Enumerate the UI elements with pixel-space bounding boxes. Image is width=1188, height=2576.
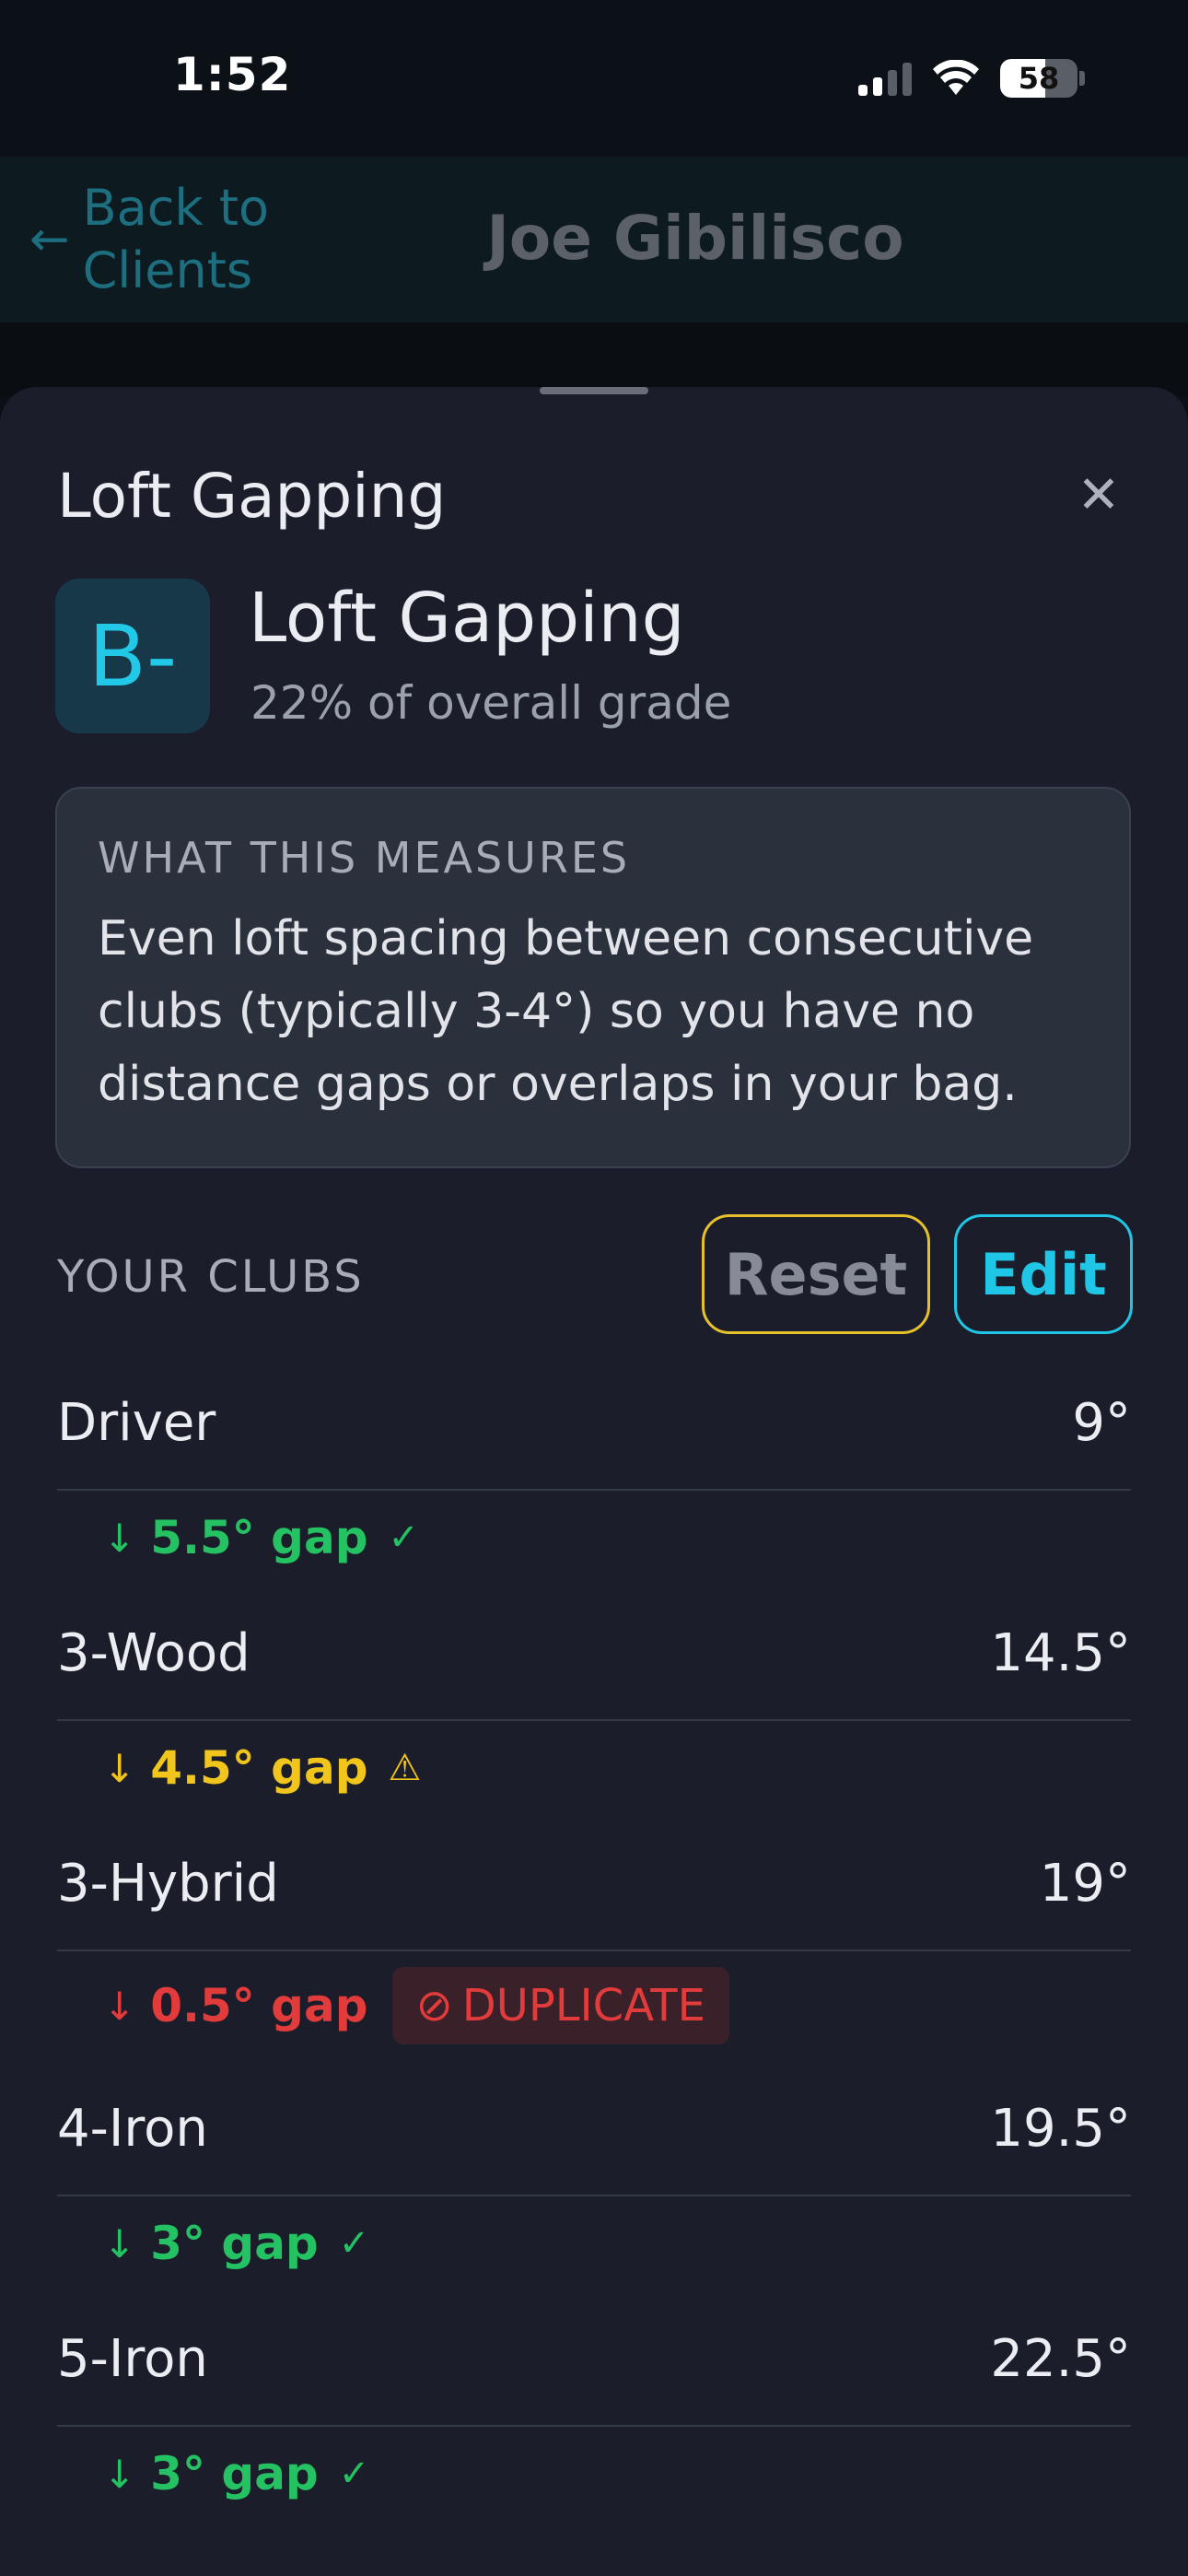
- cellular-signal-icon: [858, 61, 912, 96]
- what-this-measures-card: WHAT THIS MEASURES Even loft spacing bet…: [55, 787, 1131, 1168]
- grade-badge: B-: [55, 579, 210, 733]
- status-time: 1:52: [173, 48, 292, 101]
- gap-indicator: ↓ 4.5° gap ⚠: [103, 1721, 1188, 1815]
- background-content: [0, 322, 1188, 396]
- club-row[interactable]: 5-Iron 22.5°: [57, 2290, 1131, 2427]
- club-row[interactable]: 4-Iron 19.5°: [57, 2060, 1131, 2196]
- arrow-down-icon: ↓: [103, 2220, 136, 2266]
- arrow-down-icon: ↓: [103, 1983, 136, 2029]
- gap-indicator: ↓ 0.5° gap ⊘ DUPLICATE: [103, 1951, 1188, 2060]
- battery-icon: 58: [1000, 59, 1077, 98]
- duplicate-badge: ⊘ DUPLICATE: [391, 1967, 729, 2044]
- duplicate-label: DUPLICATE: [461, 1980, 705, 2032]
- reset-button[interactable]: Reset: [702, 1214, 930, 1334]
- club-name: 5-Iron: [57, 2329, 208, 2389]
- your-clubs-label: YOUR CLUBS: [57, 1251, 365, 1303]
- measures-label: WHAT THIS MEASURES: [98, 833, 631, 883]
- gap-indicator: ↓ 3° gap ✓: [103, 2196, 1188, 2290]
- club-row[interactable]: 3-Hybrid 19°: [57, 1815, 1131, 1951]
- wifi-icon: [933, 60, 979, 95]
- arrow-down-icon: ↓: [103, 1515, 136, 1561]
- loft-gapping-sheet: Loft Gapping ✕ B- Loft Gapping 22% of ov…: [0, 387, 1188, 2576]
- club-name: 3-Hybrid: [57, 1854, 279, 1914]
- check-icon: ✓: [388, 1516, 420, 1559]
- status-bar: 1:52 58: [0, 0, 1188, 157]
- sheet-grabber[interactable]: [540, 387, 648, 394]
- gap-value: 4.5° gap: [150, 1741, 368, 1795]
- status-icons: 58: [858, 55, 1085, 101]
- nav-bar: ← Back to Clients Joe Gibilisco: [0, 157, 1188, 322]
- club-row[interactable]: 3-Wood 14.5°: [57, 1585, 1131, 1721]
- close-button[interactable]: ✕: [1066, 463, 1131, 527]
- sheet-title: Loft Gapping: [57, 461, 447, 532]
- arrow-down-icon: ↓: [103, 2451, 136, 2497]
- gap-indicator: ↓ 3° gap ✓: [103, 2427, 1188, 2521]
- grade-category-name: Loft Gapping: [249, 579, 685, 658]
- arrow-down-icon: ↓: [103, 1745, 136, 1791]
- club-name: Driver: [57, 1393, 216, 1453]
- battery-percent: 58: [1018, 61, 1060, 96]
- close-icon: ✕: [1077, 464, 1121, 525]
- check-icon: ✓: [338, 2453, 370, 2495]
- check-icon: ✓: [338, 2222, 370, 2265]
- club-name: 4-Iron: [57, 2099, 208, 2159]
- gap-value: 0.5° gap: [150, 1979, 368, 2032]
- club-loft: 9°: [1072, 1393, 1131, 1453]
- measures-description: Even loft spacing between consecutive cl…: [98, 911, 1034, 1112]
- warning-icon: ⚠: [388, 1747, 422, 1789]
- club-row[interactable]: Driver 9°: [57, 1354, 1131, 1491]
- club-name: 3-Wood: [57, 1623, 250, 1683]
- page-title: Joe Gibilisco: [486, 203, 904, 274]
- gap-indicator: ↓ 5.5° gap ✓: [103, 1491, 1188, 1585]
- gap-value: 3° gap: [150, 2447, 319, 2500]
- edit-button[interactable]: Edit: [954, 1214, 1133, 1334]
- club-loft: 19°: [1039, 1854, 1131, 1914]
- club-loft: 14.5°: [990, 1623, 1131, 1683]
- gap-value: 5.5° gap: [150, 1511, 368, 1564]
- grade-weight: 22% of overall grade: [250, 676, 732, 730]
- club-loft: 19.5°: [990, 2099, 1131, 2159]
- gap-value: 3° gap: [150, 2217, 319, 2270]
- club-loft: 22.5°: [990, 2329, 1131, 2389]
- club-list: Driver 9° ↓ 5.5° gap ✓ 3-Wood 14.5° ↓ 4.…: [0, 1354, 1188, 2521]
- prohibited-icon: ⊘: [415, 1980, 453, 2032]
